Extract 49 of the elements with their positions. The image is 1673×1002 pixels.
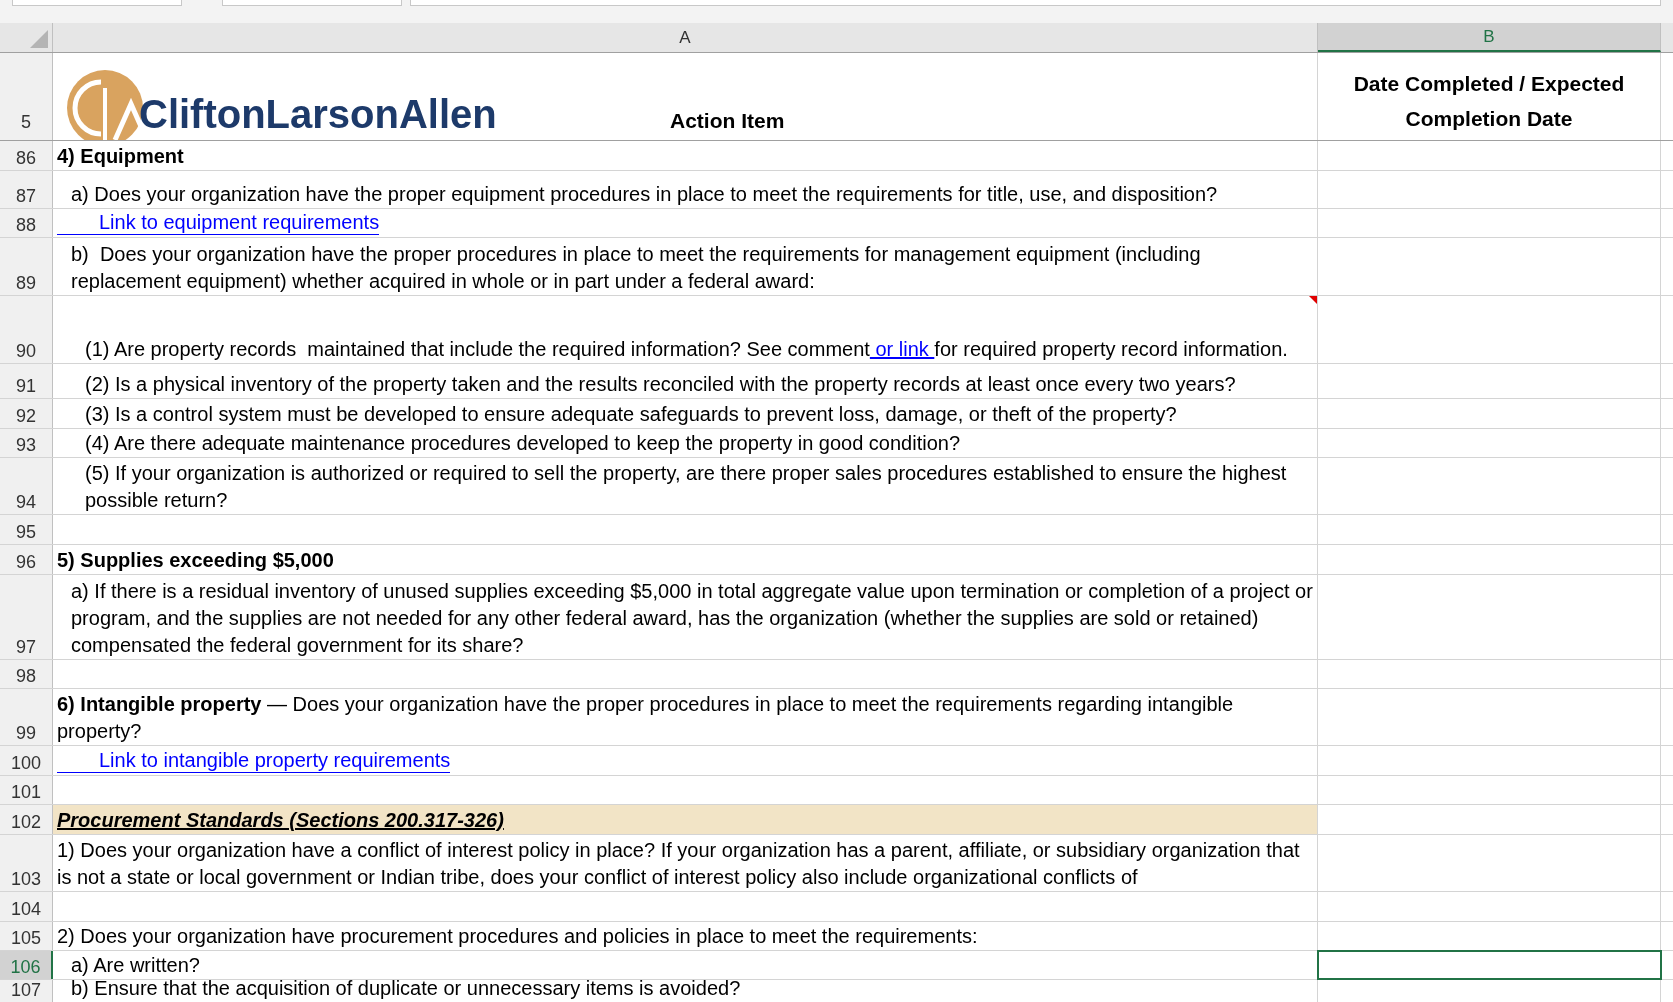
question-text: b) Ensure that the acquisition of duplicate or unnecessary items is avoided? bbox=[70, 976, 741, 1001]
inline-link[interactable]: or link bbox=[869, 338, 935, 360]
question-text: b) Does your organization have the proper procedures in place to meet the requirements for management equipment (including replacement equipment) whether acquired in whole or in part under a federal award: bbox=[70, 242, 1202, 294]
question-text: (3) Is a control system must be developed to ensure adequate safeguards to prevent loss, damage, or theft of the property? bbox=[84, 402, 1177, 427]
question-text: (4) Are there adequate maintenance procedures developed to keep the property in good condition? bbox=[84, 431, 961, 456]
row-number[interactable]: 88 bbox=[0, 209, 53, 237]
row-number[interactable]: 95 bbox=[0, 515, 53, 544]
section-heading: Procurement Standards (Sections 200.317-326) bbox=[56, 808, 504, 833]
date-cell[interactable] bbox=[1318, 951, 1661, 979]
section-heading: 5) Supplies exceeding $5,000 bbox=[56, 548, 334, 573]
row-number[interactable]: 99 bbox=[0, 689, 53, 745]
row-number[interactable]: 96 bbox=[0, 545, 53, 574]
row-number[interactable]: 86 bbox=[0, 141, 53, 170]
column-header[interactable]: B bbox=[1318, 23, 1661, 52]
question-text: a) If there is a residual inventory of unused supplies exceeding $5,000 in total aggregate value upon termination or completion of a project or program, and the supplies are not needed for any other federal award, has the organization (whether the supplies are sold or retained) compensated the federal government for its share? bbox=[70, 579, 1313, 658]
question-text: 6) Intangible property — Does your organization have the proper procedures in place to meet the requirements regarding intangible property? bbox=[56, 692, 1235, 744]
question-text: (2) Is a physical inventory of the property taken and the results reconciled with the property records at least once every two years? bbox=[84, 372, 1236, 397]
row-number[interactable]: 100 bbox=[0, 746, 53, 775]
comment-indicator-icon[interactable] bbox=[1309, 296, 1317, 304]
row-number[interactable]: 91 bbox=[0, 364, 53, 398]
row-number[interactable]: 106 bbox=[0, 951, 53, 979]
section-heading: 4) Equipment bbox=[56, 144, 184, 169]
select-all-icon[interactable] bbox=[30, 30, 48, 48]
question-text: (1) Are property records maintained that include the required information? See comment or link for required property record information. bbox=[84, 337, 1288, 362]
row-number[interactable]: 97 bbox=[0, 575, 53, 659]
question-text: a) Are written? bbox=[70, 953, 200, 978]
column-title: Action Item bbox=[670, 107, 785, 134]
question-text: a) Does your organization have the proper equipment procedures in place to meet the requirements for title, use, and disposition? bbox=[70, 182, 1218, 207]
row-number[interactable]: 5 bbox=[21, 109, 31, 136]
column-title: Date Completed / Expected Completion Date bbox=[1352, 71, 1626, 132]
row-number[interactable]: 102 bbox=[0, 805, 53, 834]
requirements-link[interactable]: Link to equipment requirements bbox=[57, 210, 380, 235]
row-number[interactable]: 89 bbox=[0, 238, 53, 295]
row-number[interactable]: 105 bbox=[0, 922, 53, 950]
row-number[interactable]: 101 bbox=[0, 776, 53, 804]
logo-text: CliftonLarsonAllen bbox=[139, 94, 497, 134]
row-number[interactable]: 93 bbox=[0, 429, 53, 457]
question-text: 2) Does your organization have procurement procedures and policies in place to meet the requirements: bbox=[56, 924, 978, 949]
row-number[interactable]: 87 bbox=[0, 171, 53, 208]
row-number[interactable]: 90 bbox=[0, 296, 53, 363]
row-number[interactable]: 103 bbox=[0, 835, 53, 891]
row-number[interactable]: 94 bbox=[0, 458, 53, 514]
row-number[interactable]: 98 bbox=[0, 660, 53, 688]
question-text: 1) Does your organization have a conflict of interest policy in place? If your organization has a parent, affiliate, or subsidiary organization that is not a state or local government or Indian tribe, does your conflict of interest policy also include organizational conflicts of bbox=[56, 838, 1301, 890]
row-number[interactable]: 107 bbox=[0, 980, 53, 1002]
row-number[interactable]: 92 bbox=[0, 399, 53, 428]
row-number[interactable]: 104 bbox=[0, 892, 53, 921]
requirements-link[interactable]: Link to intangible property requirements bbox=[57, 748, 451, 773]
question-text: (5) If your organization is authorized or required to sell the property, are there proper sales procedures established to ensure the highest possible return? bbox=[84, 461, 1288, 513]
